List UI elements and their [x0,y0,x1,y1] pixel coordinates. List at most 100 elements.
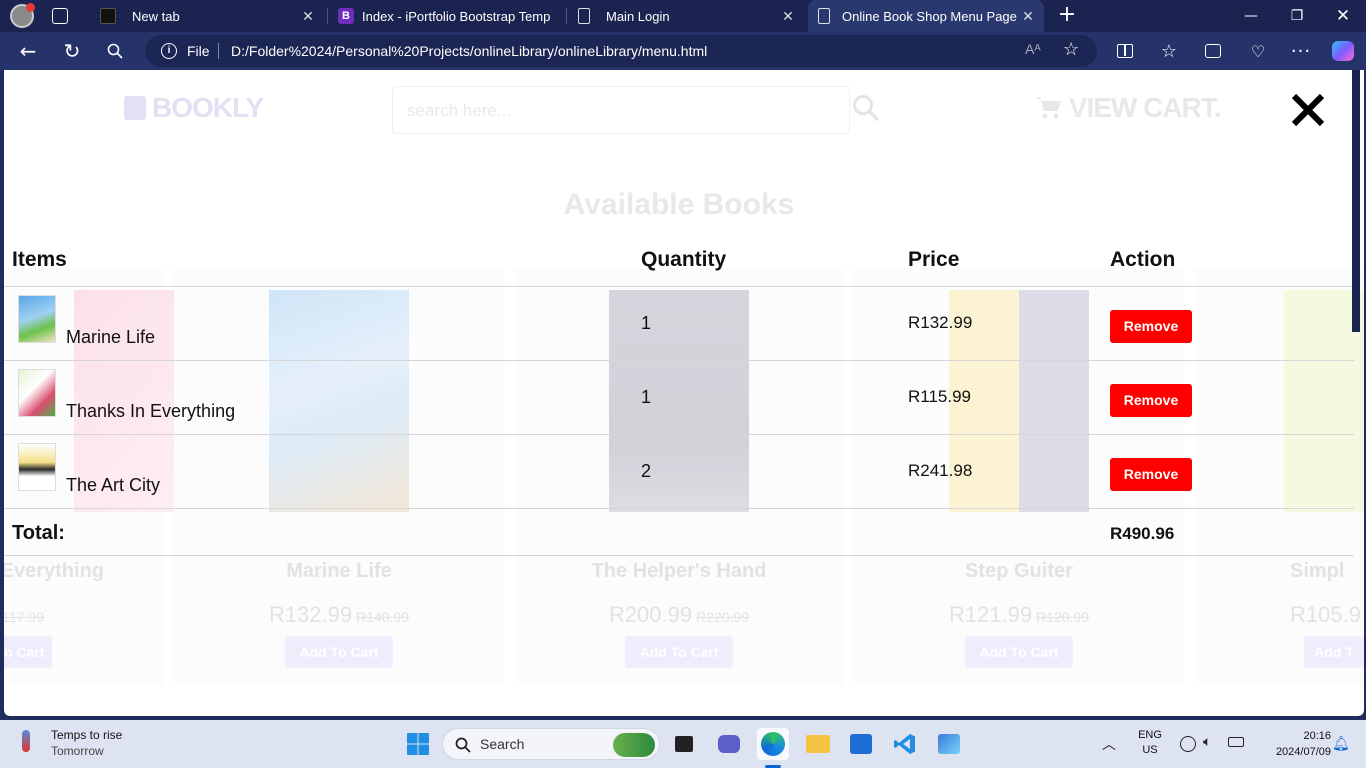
photos-icon[interactable] [933,728,965,760]
site-logo[interactable]: BOOKLY [124,92,264,124]
book-title: Simpl [1290,560,1345,582]
book-price: R200.99 R220.99 [608,602,750,627]
item-quantity: 1 [641,387,652,407]
row-divider [4,508,1354,509]
book-price: R132.99 R140.99 [268,602,410,627]
book-thumbnail [18,443,56,491]
search-input[interactable]: search here... [392,86,850,134]
task-view-icon[interactable] [668,728,700,760]
tab-iportfolio[interactable]: B Index - iPortfolio Bootstrap Temp [330,0,564,32]
item-quantity: 1 [641,313,652,333]
minimize-button[interactable]: — [1228,0,1274,32]
item-price: R115.99 [908,387,972,406]
tab-actions-icon[interactable] [52,8,68,24]
teams-chat-icon[interactable] [713,728,745,760]
close-tab-icon[interactable]: ✕ [780,8,796,24]
windows-icon [407,733,429,755]
page-icon [578,8,590,24]
favorites-icon[interactable]: ☆ [1154,36,1184,66]
add-to-cart-button[interactable]: Add To Cart [285,636,393,668]
close-cart-button[interactable] [1288,90,1328,130]
remove-button[interactable]: Remove [1110,458,1192,491]
clock-date: 2024/07/09 [1275,746,1331,758]
clock[interactable]: 20:16 2024/07/09 [1255,728,1331,760]
search-page-icon[interactable] [100,36,130,66]
book-price: R117.99 [4,609,44,625]
info-icon[interactable]: i [161,43,177,59]
new-tab-button[interactable]: + [1056,4,1078,28]
bootstrap-icon: B [338,8,354,24]
favorite-star-icon[interactable]: ☆ [1063,39,1079,60]
restore-button[interactable]: ❐ [1274,0,1320,32]
network-icon[interactable] [1180,736,1196,752]
tab-new-tab[interactable]: New tab ✕ [92,0,324,32]
taskbar: Temps to rise Tomorrow Search ︿ ENG US 🔈… [0,720,1366,768]
address-divider [218,43,219,59]
language-indicator[interactable]: ENG US [1134,728,1166,758]
thermometer-icon [22,730,30,752]
navigation-bar: ← ↻ i File D:/Folder%2024/Personal%20Pro… [0,32,1366,70]
read-aloud-icon[interactable]: Aᴬ [1025,41,1041,57]
book-price: R121.99 R120.99 [948,602,1090,627]
price-header: Price [908,248,960,271]
back-button[interactable]: ← [13,36,43,66]
book-thumbnail [18,369,56,417]
start-button[interactable] [402,728,434,760]
tab-label: Online Book Shop Menu Page [842,8,1017,24]
book-title: Everything [4,560,104,582]
vscode-icon[interactable] [889,728,921,760]
tab-book-shop[interactable]: Online Book Shop Menu Page ✕ [808,0,1044,32]
scrollbar-thumb[interactable] [1352,70,1360,332]
item-name: Thanks In Everything [66,401,236,421]
item-name: The Art City [66,475,161,495]
close-window-button[interactable]: ✕ [1320,0,1366,32]
refresh-button[interactable]: ↻ [57,36,87,66]
item-name: Marine Life [66,327,156,347]
show-hidden-icons[interactable]: ︿ [1102,734,1116,754]
url-text[interactable]: D:/Folder%2024/Personal%20Projects/onlin… [231,43,707,59]
item-quantity: 2 [641,461,652,481]
volume-icon[interactable]: 🔈︎ [1203,734,1211,750]
newtab-icon [100,8,116,24]
search-highlight-image [613,733,655,757]
add-to-cart-button[interactable]: Add To Cart [625,636,733,668]
split-screen-icon[interactable] [1110,36,1140,66]
remove-button[interactable]: Remove [1110,310,1192,343]
search-icon[interactable] [852,94,880,129]
book-thumbnail [18,295,56,343]
collections-icon[interactable] [1198,36,1228,66]
edge-icon[interactable] [757,728,789,760]
store-icon[interactable] [845,728,877,760]
weather-title: Temps to rise [51,728,123,742]
copilot-icon[interactable] [1328,36,1358,66]
tab-separator [327,8,328,24]
item-price: R241.98 [908,461,973,480]
total-label: Total: [12,522,65,544]
close-tab-icon[interactable]: ✕ [300,8,316,24]
table-row: Marine Life 1 R132.99 Remove [4,287,1354,361]
close-tab-icon[interactable]: ✕ [1020,8,1036,24]
browser-essentials-icon[interactable]: ♡ [1243,36,1273,66]
section-title: Available Books [563,188,795,221]
battery-icon[interactable] [1228,737,1244,747]
quantity-header: Quantity [641,248,727,271]
taskbar-search[interactable]: Search [442,728,660,760]
weather-widget[interactable]: Temps to rise Tomorrow [18,726,158,762]
book-icon [124,96,146,120]
tab-main-login[interactable]: Main Login ✕ [570,0,804,32]
add-to-cart-button[interactable]: Add To Cart [965,636,1073,668]
add-to-cart-button[interactable]: Add T [1304,636,1364,668]
view-cart-link[interactable]: VIEW CART. [1034,92,1222,124]
items-header: Items [12,248,67,271]
add-to-cart-button[interactable]: to Cart [4,636,52,668]
notification-bell-icon[interactable]: 🔔︎ [1332,736,1350,752]
remove-button[interactable]: Remove [1110,384,1192,417]
profile-avatar[interactable] [10,3,35,28]
address-bar[interactable]: i File D:/Folder%2024/Personal%20Project… [145,35,1097,67]
book-title: Step Guiter [965,560,1073,582]
more-menu-icon[interactable]: ··· [1286,36,1316,66]
page-icon [818,8,830,24]
file-explorer-icon[interactable] [802,728,834,760]
scheme-label: File [187,43,210,59]
tab-separator [566,8,567,24]
